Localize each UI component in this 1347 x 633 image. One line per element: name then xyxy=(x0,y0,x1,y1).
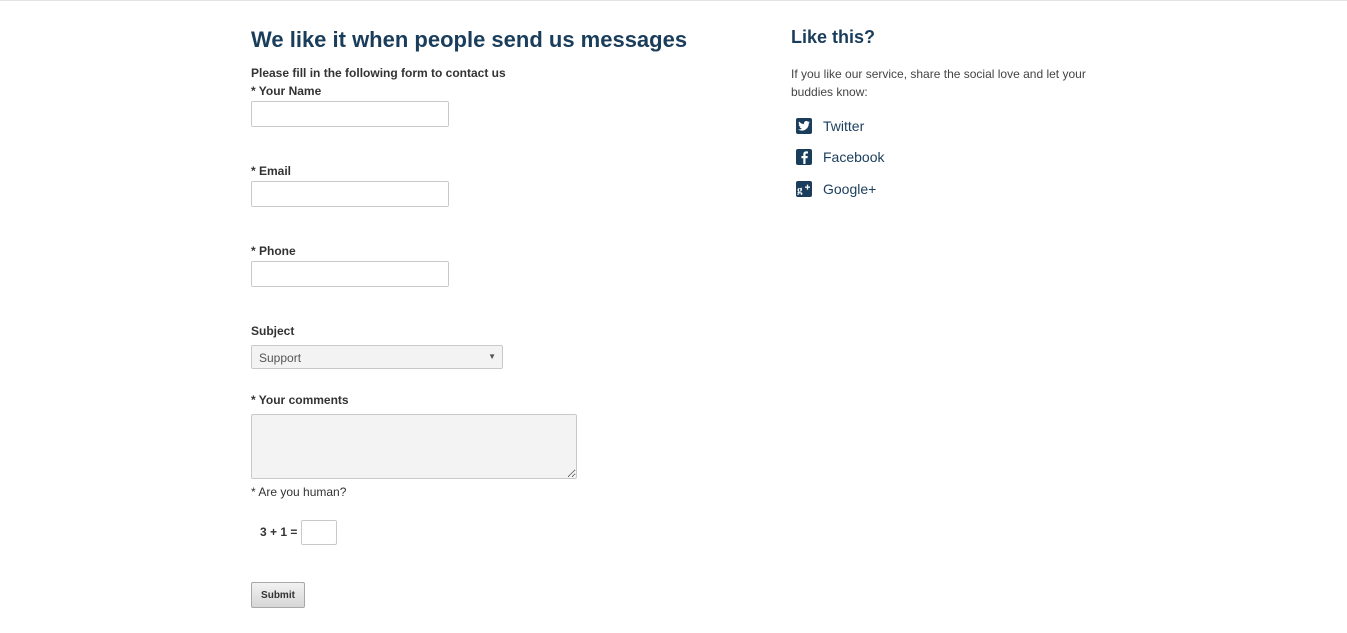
sidebar-title: Like this? xyxy=(791,27,876,47)
social-link-twitter[interactable]: Twitter xyxy=(796,118,864,134)
email-field[interactable] xyxy=(251,181,449,207)
human-check-label: * Are you human? xyxy=(251,485,347,499)
twitter-label: Twitter xyxy=(823,118,865,134)
sidebar-text: If you like our service, share the socia… xyxy=(791,67,1086,99)
phone-label: * Phone xyxy=(251,244,296,258)
subject-selected-value: Support xyxy=(259,351,302,365)
subject-label: Subject xyxy=(251,324,295,338)
social-link-google-plus[interactable]: g Google+ xyxy=(796,181,876,197)
svg-text:g: g xyxy=(797,184,803,195)
comments-label: * Your comments xyxy=(251,393,349,407)
captcha-question: 3 + 1 = xyxy=(260,525,298,539)
name-field[interactable] xyxy=(251,101,449,127)
page-title: We like it when people send us messages xyxy=(251,27,688,52)
facebook-label: Facebook xyxy=(823,149,885,165)
google-plus-icon: g xyxy=(796,181,812,197)
twitter-icon xyxy=(796,118,812,134)
facebook-icon xyxy=(796,149,812,165)
submit-button[interactable]: Submit xyxy=(251,582,305,608)
google-plus-label: Google+ xyxy=(823,181,877,197)
subject-select[interactable]: Support ▼ xyxy=(251,345,503,369)
top-divider xyxy=(0,0,1347,1)
comments-textarea[interactable] xyxy=(251,414,577,479)
form-intro: Please fill in the following form to con… xyxy=(251,66,506,80)
captcha-answer-field[interactable] xyxy=(301,520,337,545)
name-label: * Your Name xyxy=(251,84,322,98)
dropdown-arrow-icon: ▼ xyxy=(488,352,496,361)
email-label: * Email xyxy=(251,164,292,178)
social-link-facebook[interactable]: Facebook xyxy=(796,149,884,165)
phone-field[interactable] xyxy=(251,261,449,287)
